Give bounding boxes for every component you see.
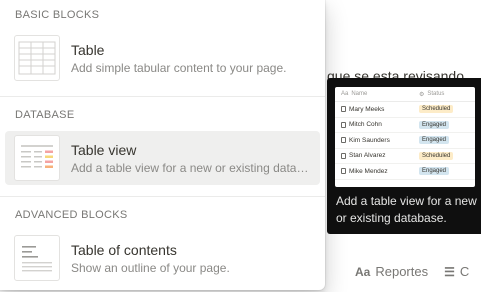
- preview-name-text: Mike Mendez: [349, 167, 388, 175]
- preview-row: Mike Mendez Engaged: [335, 164, 475, 180]
- toolbar-item-label: C: [459, 264, 470, 279]
- page-toolbar: Aa Reportes ☰ C: [355, 264, 469, 279]
- menu-item-table[interactable]: Table Add simple tabular content to your…: [5, 31, 320, 85]
- text-property-icon: Aa: [341, 91, 349, 97]
- menu-item-title: Table: [71, 41, 105, 58]
- preview-name-text: Kim Saunders: [349, 136, 390, 144]
- preview-name-text: Mitch Cohn: [349, 121, 382, 129]
- menu-item-title: Table view: [71, 141, 137, 158]
- toolbar-item-c[interactable]: ☰ C: [444, 264, 469, 279]
- menu-item-table-of-contents[interactable]: Table of contents Show an outline of you…: [5, 231, 320, 285]
- list-icon: ☰: [444, 264, 455, 279]
- preview-cell-status: Engaged: [413, 167, 450, 176]
- status-badge: Engaged: [419, 120, 450, 129]
- preview-caption: Add a table view for a new or existing d…: [336, 194, 477, 225]
- table-view-icon: [14, 135, 60, 181]
- section-label-advanced-blocks: ADVANCED BLOCKS: [15, 209, 128, 221]
- block-menu: BASIC BLOCKS Table Add simple tabular co…: [0, 0, 325, 290]
- page-icon: [341, 106, 346, 113]
- menu-item-description: Show an outline of your page.: [71, 260, 230, 275]
- preview-cell-name: Stan Alvarez: [335, 152, 413, 159]
- preview-column-name: Name: [351, 91, 368, 97]
- preview-cell-status: Engaged: [413, 120, 450, 129]
- status-badge: Scheduled: [419, 105, 454, 114]
- preview-row: Mary Meeks Scheduled: [335, 102, 475, 118]
- preview-tooltip: Aa Name ⚙ Status Mary Meeks Scheduled Mitch …: [327, 78, 481, 234]
- preview-row: Kim Saunders Engaged: [335, 133, 475, 149]
- table-icon: [14, 35, 60, 81]
- preview-name-text: Stan Alvarez: [349, 152, 386, 160]
- preview-cell-status: Engaged: [413, 136, 450, 145]
- status-badge: Engaged: [419, 136, 450, 145]
- preview-header-row: Aa Name ⚙ Status: [335, 87, 475, 102]
- page-icon: [341, 152, 346, 159]
- preview-cell-status: Scheduled: [413, 105, 454, 114]
- table-of-contents-icon: [14, 235, 60, 281]
- toolbar-item-label: Reportes: [375, 264, 429, 279]
- preview-cell-name: Kim Saunders: [335, 137, 413, 144]
- preview-row: Stan Alvarez Scheduled: [335, 149, 475, 164]
- preview-rows: Mary Meeks Scheduled Mitch Cohn Engaged Kim …: [335, 102, 475, 180]
- status-property-icon: ⚙: [419, 91, 425, 98]
- section-label-database: DATABASE: [15, 109, 75, 121]
- menu-item-description: Add a table view for a new or existing d…: [71, 160, 309, 175]
- menu-item-title: Table of contents: [71, 241, 177, 258]
- font-icon: Aa: [355, 264, 371, 279]
- menu-item-table-view[interactable]: Table view Add a table view for a new or…: [5, 131, 320, 185]
- menu-item-description: Add simple tabular content to your page.: [71, 60, 287, 75]
- preview-column-status: Status: [427, 91, 445, 97]
- status-badge: Scheduled: [419, 151, 454, 160]
- preview-row: Mitch Cohn Engaged: [335, 118, 475, 133]
- preview-cell-name: Mike Mendez: [335, 168, 413, 175]
- table-view-preview: Aa Name ⚙ Status Mary Meeks Scheduled Mitch …: [335, 87, 475, 187]
- toolbar-item-reportes[interactable]: Aa Reportes: [355, 264, 428, 279]
- preview-cell-status: Scheduled: [413, 151, 454, 160]
- section-divider: [0, 96, 325, 97]
- page-icon: [341, 137, 346, 144]
- section-label-basic-blocks: BASIC BLOCKS: [15, 9, 100, 21]
- preview-cell-name: Mitch Cohn: [335, 121, 413, 128]
- section-divider: [0, 196, 325, 197]
- preview-name-text: Mary Meeks: [349, 105, 385, 113]
- preview-cell-name: Mary Meeks: [335, 106, 413, 113]
- page-icon: [341, 121, 346, 128]
- page-icon: [341, 168, 346, 175]
- status-badge: Engaged: [419, 167, 450, 176]
